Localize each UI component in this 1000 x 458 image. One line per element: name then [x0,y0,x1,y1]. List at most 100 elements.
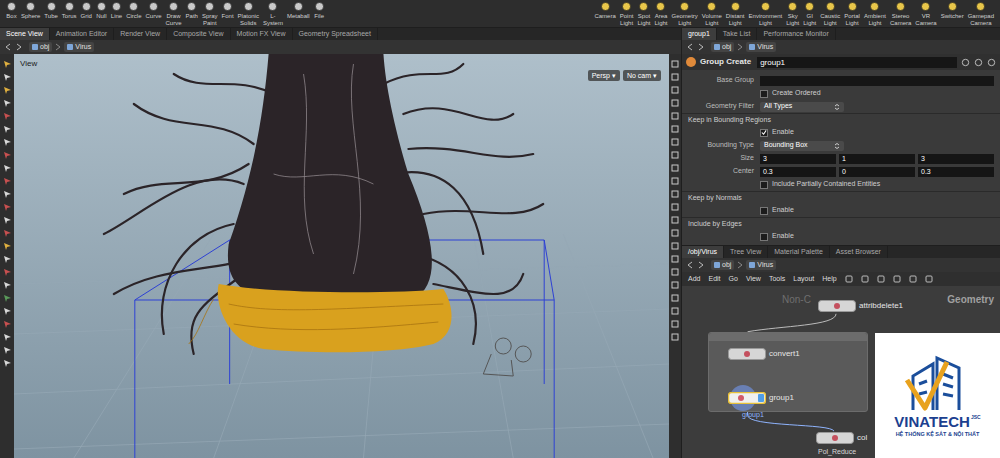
tool-icon[interactable] [3,190,12,199]
display-icon[interactable] [671,177,679,185]
display-icon[interactable] [671,164,679,172]
shelf-tool[interactable]: File [312,1,327,27]
display-icon[interactable] [671,151,679,159]
tool-icon[interactable] [3,242,12,251]
toolbar-icon[interactable] [877,275,885,283]
shelf-tool[interactable]: Portal Light [842,1,862,27]
shelf-tool[interactable]: Path [184,1,200,27]
tab[interactable]: Animation Editor [50,28,114,40]
tool-icon[interactable] [3,294,12,303]
tab[interactable]: Tree View [724,246,768,258]
display-icon[interactable] [671,307,679,315]
shelf-tool[interactable]: Area Light [652,1,669,27]
tool-icon[interactable] [3,255,12,264]
tab[interactable]: Take List [717,28,758,40]
display-icon[interactable] [671,242,679,250]
shelf-tool[interactable]: Font [220,1,236,27]
display-icon[interactable] [671,268,679,276]
shelf-tool[interactable]: Distant Light [724,1,747,27]
tool-icon[interactable] [3,203,12,212]
number-field[interactable]: 0.3 [760,167,836,177]
toolbar-icon[interactable] [861,275,869,283]
number-field[interactable]: 3 [918,154,994,164]
tool-icon[interactable] [3,320,12,329]
tool-icon[interactable] [3,281,12,290]
shelf-tool[interactable]: Tube [42,1,59,27]
path-item[interactable]: obj [711,42,734,52]
forward-arrow-icon[interactable] [697,261,705,269]
path-item[interactable]: Virus [746,260,776,270]
display-icon[interactable] [671,125,679,133]
tab[interactable]: group1 [682,28,717,40]
shelf-tool[interactable]: Metaball [285,1,312,27]
display-icon[interactable] [671,320,679,328]
shelf-tool[interactable]: Spray Paint [200,1,220,27]
display-icon[interactable] [671,294,679,302]
tab[interactable]: Geometry Spreadsheet [293,28,378,40]
tool-icon[interactable] [3,268,12,277]
shelf-tool[interactable]: Torus [60,1,79,27]
tab[interactable]: Render View [114,28,167,40]
tool-icon[interactable] [3,73,12,82]
menu-item[interactable]: Go [729,274,738,285]
tab[interactable]: Material Palette [768,246,830,258]
shelf-tool[interactable]: Curve [144,1,164,27]
tab[interactable]: Motion FX View [231,28,293,40]
display-icon[interactable] [671,112,679,120]
display-icon[interactable] [671,60,679,68]
info-icon[interactable] [987,58,996,67]
shelf-tool[interactable]: Spot Light [635,1,652,27]
tool-icon[interactable] [3,138,12,147]
display-icon[interactable] [671,73,679,81]
tool-icon[interactable] [3,229,12,238]
number-field[interactable]: 1 [839,154,915,164]
tool-icon[interactable] [3,216,12,225]
forward-arrow-icon[interactable] [15,43,23,51]
path-item[interactable]: Virus [64,42,94,52]
toolbar-icon[interactable] [845,275,853,283]
tool-icon[interactable] [3,307,12,316]
shelf-tool[interactable]: Sky Light [784,1,801,27]
shelf-tool[interactable]: Environment Light [747,1,785,27]
back-arrow-icon[interactable] [4,43,12,51]
dropdown[interactable]: Bounding Box [760,141,844,151]
toolbar-icon[interactable] [909,275,917,283]
shelf-tool[interactable]: GI Light [801,1,818,27]
shelf-tool[interactable]: Grid [78,1,93,27]
menu-item[interactable]: Layout [793,274,814,285]
back-arrow-icon[interactable] [686,43,694,51]
tool-icon[interactable] [3,359,12,368]
display-icon[interactable] [671,190,679,198]
checkbox[interactable] [760,90,768,98]
number-field[interactable]: 0 [839,167,915,177]
shelf-tool[interactable]: Switcher [939,1,966,27]
tab[interactable]: Scene View [0,28,50,40]
network-node[interactable]: group1 [728,392,794,404]
display-icon[interactable] [671,86,679,94]
tool-icon[interactable] [3,346,12,355]
shelf-tool[interactable]: Line [109,1,124,27]
shelf-tool[interactable]: L-System [261,1,285,27]
tab[interactable]: Asset Browser [830,246,888,258]
display-icon[interactable] [671,203,679,211]
toolbar-icon[interactable] [893,275,901,283]
display-icon[interactable] [671,229,679,237]
camera-menu[interactable]: No cam ▾ [623,70,661,81]
tool-icon[interactable] [3,177,12,186]
param-section[interactable]: Keep by Normals [682,191,1000,204]
viewport[interactable]: View Persp ▾No cam ▾ [14,54,669,458]
text-field[interactable] [760,76,994,86]
toolbar-icon[interactable] [925,275,933,283]
display-icon[interactable] [671,216,679,224]
gear-icon[interactable] [961,58,970,67]
shelf-tool[interactable]: VR Camera [913,1,938,27]
tab[interactable]: Composite View [167,28,230,40]
shelf-tool[interactable]: Volume Light [700,1,724,27]
display-icon[interactable] [671,255,679,263]
param-section[interactable]: Keep in Bounding Regions [682,113,1000,126]
network-node[interactable]: convert1 [728,348,800,360]
display-icon[interactable] [671,99,679,107]
display-icon[interactable] [671,333,679,341]
shelf-tool[interactable]: Point Light [618,1,636,27]
shelf-tool[interactable]: Draw Curve [164,1,184,27]
